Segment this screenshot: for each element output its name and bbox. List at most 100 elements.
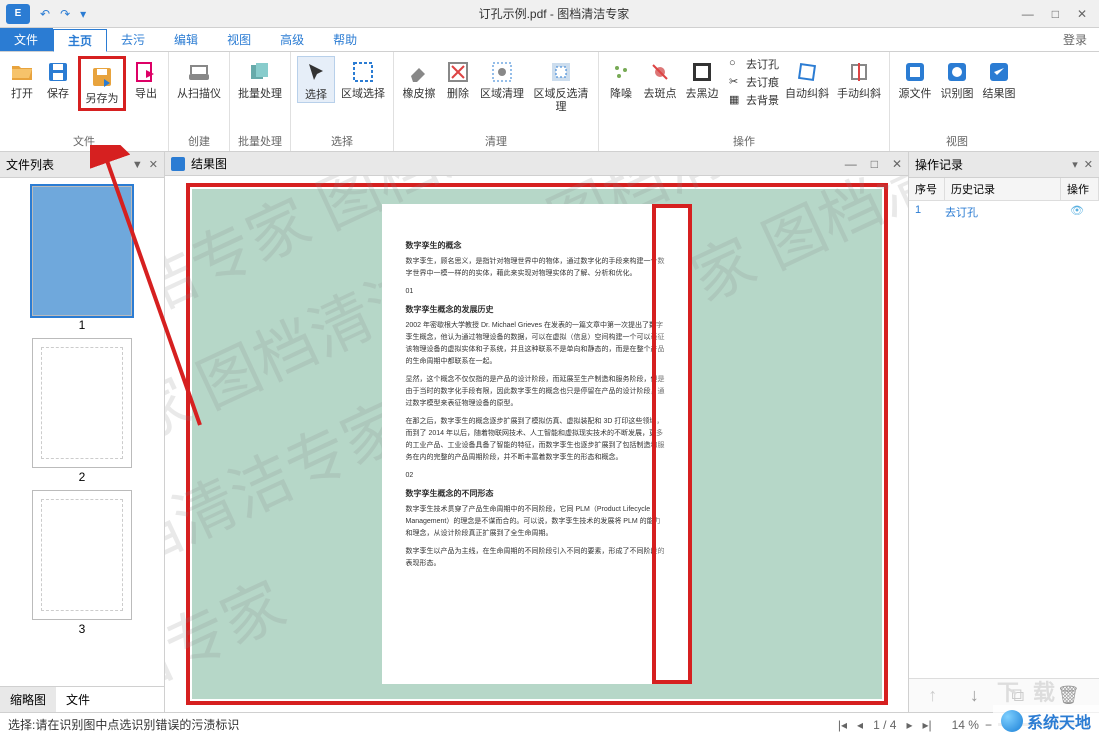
- manual-deskew-button[interactable]: 手动纠斜: [835, 56, 883, 101]
- area-invert-icon: [549, 60, 573, 84]
- group-select: 选择 区域选择 选择: [291, 52, 394, 151]
- dehole-button[interactable]: ○去订孔: [729, 56, 779, 72]
- tab-home[interactable]: 主页: [53, 29, 107, 52]
- left-tab-file[interactable]: 文件: [56, 687, 100, 712]
- batch-icon: [248, 60, 272, 84]
- bg-icon: ▦: [729, 93, 743, 107]
- history-item-name[interactable]: 去订孔: [945, 204, 1061, 220]
- duplicate-button[interactable]: ⧉: [1011, 685, 1024, 706]
- first-page-button[interactable]: |◂: [838, 718, 847, 732]
- doc-maximize-button[interactable]: □: [871, 157, 878, 171]
- document-page: 数字孪生的概念 数字孪生，顾名思义，是指针对物理世界中的物体，通过数字化的手段来…: [382, 204, 692, 684]
- scar-icon: ✂: [729, 75, 743, 89]
- recog-view-button[interactable]: 识别图: [938, 56, 976, 101]
- tab-edit[interactable]: 编辑: [160, 28, 213, 51]
- hole-icon: ○: [729, 57, 743, 71]
- doc-highlight-frame: 图档清洁专家 图档清洁专家 图档清洁专家 图档清洁专家 图档清洁专家 图档清洁专…: [186, 183, 888, 705]
- deblack-button[interactable]: 去黑边: [683, 56, 721, 101]
- history-header: 序号 历史记录 操作: [909, 178, 1099, 201]
- from-scanner-button[interactable]: 从扫描仪: [175, 56, 223, 101]
- next-page-button[interactable]: ▸: [906, 718, 912, 732]
- open-button[interactable]: 打开: [6, 56, 38, 101]
- group-view-label: 视图: [896, 131, 1018, 151]
- select-button[interactable]: 选择: [297, 56, 335, 103]
- export-button[interactable]: 导出: [130, 56, 162, 101]
- thumb-2[interactable]: 2: [32, 338, 132, 484]
- right-panel-close-icon[interactable]: ✕: [1084, 158, 1093, 171]
- thumb-3[interactable]: 3: [32, 490, 132, 636]
- despot-button[interactable]: 去斑点: [641, 56, 679, 101]
- despot-icon: [648, 60, 672, 84]
- titlebar: E ↶ ↷ ▾ 订孔示例.pdf - 图档清洁专家 — □ ✕: [0, 0, 1099, 28]
- history-row[interactable]: 1 去订孔 👁: [909, 201, 1099, 223]
- filter-icon[interactable]: ▼: [132, 159, 143, 171]
- save-button[interactable]: 保存: [42, 56, 74, 101]
- group-view: 源文件 识别图 结果图 视图: [890, 52, 1024, 151]
- app-icon: E: [6, 4, 30, 24]
- tab-help[interactable]: 帮助: [319, 28, 372, 51]
- export-icon: [134, 60, 158, 84]
- group-create-label: 创建: [175, 131, 223, 151]
- history-item-view-icon[interactable]: 👁: [1061, 204, 1093, 220]
- left-tab-thumbnail[interactable]: 缩略图: [0, 687, 56, 712]
- result-view-button[interactable]: 结果图: [980, 56, 1018, 101]
- area-invert-clean-button[interactable]: 区域反选清理: [530, 56, 592, 114]
- document-view[interactable]: 图档清洁专家 图档清洁专家 图档清洁专家 图档清洁专家 图档清洁专家 图档清洁专…: [165, 176, 908, 712]
- doc-window-icon: [171, 157, 185, 171]
- descar-button[interactable]: ✂去订痕: [729, 74, 779, 90]
- group-file: 打开 保存 另存为 导出 文件: [0, 52, 169, 151]
- tab-advanced[interactable]: 高级: [266, 28, 319, 51]
- tab-file[interactable]: 文件: [0, 28, 53, 51]
- doc-minimize-button[interactable]: —: [845, 157, 857, 171]
- last-page-button[interactable]: ▸|: [922, 718, 931, 732]
- corner-logo: 系统天地: [993, 705, 1099, 737]
- manual-deskew-icon: [847, 60, 871, 84]
- maximize-button[interactable]: □: [1052, 7, 1059, 21]
- thumb-1[interactable]: 1: [32, 186, 132, 332]
- zoom-out-button[interactable]: −: [985, 718, 992, 732]
- area-clean-button[interactable]: 区域清理: [478, 56, 526, 101]
- trash-button[interactable]: 🗑: [1057, 685, 1080, 706]
- saveas-button[interactable]: 另存为: [83, 61, 121, 106]
- doc-close-button[interactable]: ✕: [892, 157, 902, 171]
- ribbon: 打开 保存 另存为 导出 文件 从扫描仪: [0, 52, 1099, 152]
- close-button[interactable]: ✕: [1077, 7, 1087, 21]
- folder-open-icon: [10, 60, 34, 84]
- move-down-button[interactable]: ↓: [970, 685, 979, 706]
- debg-button[interactable]: ▦去背景: [729, 92, 779, 108]
- right-panel-title: 操作记录: [915, 156, 963, 173]
- source-view-button[interactable]: 源文件: [896, 56, 934, 101]
- panel-close-icon[interactable]: ✕: [149, 158, 158, 171]
- group-select-label: 选择: [297, 131, 387, 151]
- minimize-button[interactable]: —: [1022, 7, 1034, 21]
- zoom-value: 14 %: [952, 718, 979, 732]
- auto-deskew-button[interactable]: 自动纠斜: [783, 56, 831, 101]
- pager: |◂ ◂ 1 / 4 ▸ ▸|: [838, 718, 932, 732]
- group-cleanup: 橡皮擦 删除 区域清理 区域反选清理 清理: [394, 52, 599, 151]
- tab-view[interactable]: 视图: [213, 28, 266, 51]
- save-icon: [46, 60, 70, 84]
- denoise-button[interactable]: 降噪: [605, 56, 637, 101]
- group-ops-label: 操作: [605, 131, 883, 151]
- hole-area-highlight: [652, 204, 692, 684]
- auto-deskew-icon: [795, 60, 819, 84]
- right-panel-menu-icon[interactable]: ▾: [1072, 158, 1078, 171]
- saveas-highlight: 另存为: [78, 56, 126, 111]
- qat-undo-icon[interactable]: ↶: [40, 7, 50, 21]
- move-up-button[interactable]: ↑: [928, 685, 937, 706]
- globe-icon: [1001, 710, 1023, 732]
- eraser-button[interactable]: 橡皮擦: [400, 56, 438, 101]
- thumbnail-list[interactable]: 1 2 3: [0, 178, 164, 686]
- prev-page-button[interactable]: ◂: [857, 718, 863, 732]
- batch-button[interactable]: 批量处理: [236, 56, 284, 101]
- marquee-icon: [351, 60, 375, 84]
- saveas-icon: [90, 65, 114, 89]
- login-button[interactable]: 登录: [1051, 28, 1099, 51]
- qat-redo-icon[interactable]: ↷: [60, 7, 70, 21]
- recog-icon: [945, 60, 969, 84]
- delete-button[interactable]: 删除: [442, 56, 474, 101]
- group-batch-label: 批量处理: [236, 131, 284, 151]
- status-mode: 选择: [8, 716, 32, 733]
- area-select-button[interactable]: 区域选择: [339, 56, 387, 101]
- tab-clean[interactable]: 去污: [107, 28, 160, 51]
